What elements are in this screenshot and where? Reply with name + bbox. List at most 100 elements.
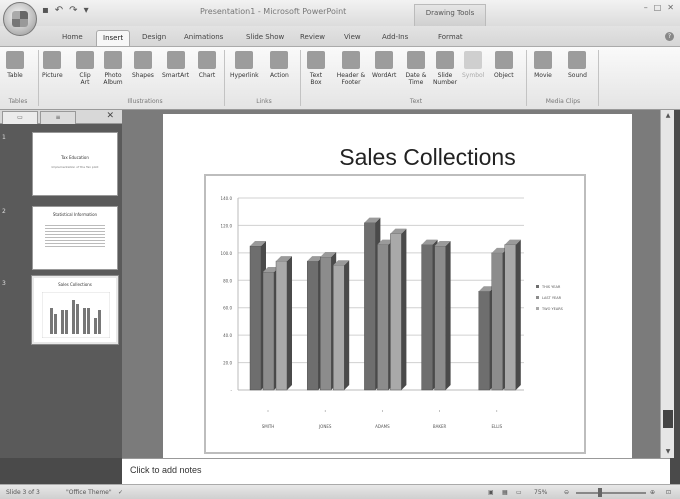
fit-to-window-icon[interactable]: ⊡ (666, 489, 671, 496)
chart-button[interactable]: Chart (198, 51, 216, 79)
group-divider (598, 50, 599, 106)
notes-pane[interactable]: Click to add notes (122, 458, 670, 484)
qat-customize-icon[interactable]: ▾ (84, 5, 89, 17)
header-footer-button[interactable]: Header & Footer (334, 51, 368, 86)
zoom-level[interactable]: 75% (534, 489, 547, 496)
picture-button[interactable]: Picture (42, 51, 63, 79)
movie-button[interactable]: Movie (534, 51, 552, 79)
close-icon[interactable]: ✕ (667, 3, 674, 12)
redo-icon[interactable]: ↷ (69, 5, 77, 17)
bar (421, 244, 433, 391)
zoom-out-icon[interactable]: ⊖ (564, 489, 569, 496)
quick-access-toolbar: ▪ ↶ ↷ ▾ (42, 5, 89, 17)
y-tick-label: 20.0 (223, 361, 232, 366)
tab-format[interactable]: Format (432, 30, 469, 46)
shapes-button[interactable]: Shapes (132, 51, 154, 79)
office-button[interactable] (3, 2, 37, 36)
wordart-button[interactable]: WordArt (372, 51, 396, 79)
legend-label: LAST YEAR (542, 296, 562, 300)
chart-label: Chart (198, 72, 216, 79)
slide-thumbnail-2[interactable]: Statistical Information (32, 206, 118, 270)
y-tick-label: 40.0 (223, 333, 232, 338)
group-links-label: Links (256, 98, 272, 105)
scroll-down-icon[interactable]: ▼ (661, 446, 675, 458)
object-button[interactable]: Object (494, 51, 514, 79)
outline-tab[interactable]: ≡ (40, 111, 76, 124)
chart-canvas: 140.0 120.0 100.0 80.0 60.0 40.0 20.0 - SMITH JON… (221, 196, 564, 429)
group-divider (38, 50, 39, 106)
maximize-icon[interactable]: □ (654, 3, 662, 12)
minimize-icon[interactable]: – (644, 3, 648, 12)
bar (504, 244, 516, 391)
tab-design[interactable]: Design (136, 30, 172, 46)
y-tick-label: 80.0 (223, 278, 232, 283)
table-icon (6, 51, 24, 69)
group-text-label: Text (409, 98, 423, 105)
thumb-subtitle: Implementation of the Tax pilot (51, 165, 99, 169)
current-slide[interactable]: Sales Collections 140.0 120.0 100.0 80.0 60.… (163, 114, 632, 458)
bar-side (445, 241, 451, 390)
symbol-button[interactable]: Symbol (462, 51, 484, 79)
tab-view[interactable]: View (338, 30, 367, 46)
header-footer-label: Header & Footer (336, 72, 366, 86)
slide-thumbnail-3[interactable]: Sales Collections (31, 275, 119, 345)
group-divider (300, 50, 301, 106)
action-button[interactable]: Action (270, 51, 289, 79)
chart-object[interactable]: 140.0 120.0 100.0 80.0 60.0 40.0 20.0 - SMITH JON… (204, 174, 586, 454)
table-button[interactable]: Table (6, 51, 24, 79)
slides-tab[interactable]: ▭ (2, 111, 38, 124)
movie-icon (534, 51, 552, 69)
shapes-icon (133, 51, 152, 69)
ribbon: Table Tables Picture Clip Art Photo Albu… (0, 46, 680, 110)
slide-number-button[interactable]: Slide Number (432, 51, 458, 86)
bar (364, 222, 376, 391)
bar-side (344, 260, 350, 390)
spell-check-icon[interactable]: ✓ (118, 489, 123, 496)
hyperlink-button[interactable]: Hyperlink (230, 51, 259, 79)
zoom-slider-thumb[interactable] (598, 488, 602, 497)
slide-sorter-icon[interactable]: ▦ (502, 489, 508, 496)
bar (491, 252, 503, 391)
bar-side (287, 256, 292, 390)
clip-art-icon (76, 51, 94, 69)
thumb-title: Tax Education (61, 155, 89, 160)
help-icon[interactable]: ? (665, 32, 674, 41)
smartart-button[interactable]: SmartArt (162, 51, 189, 79)
sound-button[interactable]: Sound (568, 51, 587, 79)
picture-icon (43, 51, 62, 69)
normal-view-icon[interactable]: ▣ (488, 489, 494, 496)
scroll-up-icon[interactable]: ▲ (661, 110, 675, 122)
tab-add-ins[interactable]: Add-Ins (376, 30, 414, 46)
bar (249, 245, 262, 391)
tab-home[interactable]: Home (56, 30, 89, 46)
legend-swatch (536, 285, 539, 288)
tab-animations[interactable]: Animations (178, 30, 229, 46)
photo-album-button[interactable]: Photo Album (100, 51, 126, 86)
date-time-button[interactable]: Date & Time (404, 51, 428, 86)
x-tick-label: BAKER (433, 424, 447, 429)
slide-show-icon[interactable]: ▭ (516, 489, 522, 496)
slide-title[interactable]: Sales Collections (163, 144, 632, 171)
clip-art-button[interactable]: Clip Art (74, 51, 96, 86)
tab-slide-show[interactable]: Slide Show (240, 30, 290, 46)
undo-icon[interactable]: ↶ (55, 5, 63, 17)
office-logo-icon (12, 11, 28, 27)
close-panel-icon[interactable]: ✕ (106, 111, 114, 121)
x-tick-label: ADAMS (375, 424, 390, 429)
vertical-scrollbar[interactable]: ▲ ▼ (660, 110, 674, 458)
group-tables-label: Tables (8, 98, 28, 105)
zoom-slider[interactable] (576, 492, 646, 494)
slide-thumbnail-1[interactable]: Tax Education Implementation of the Tax … (32, 132, 118, 196)
slides-panel: ▭ ≡ ✕ 1 Tax Education Implementation of … (0, 110, 122, 458)
scrollbar-thumb[interactable] (663, 410, 673, 428)
drawing-tools-header: Drawing Tools (414, 4, 486, 26)
zoom-in-icon[interactable]: ⊕ (650, 489, 655, 496)
hyperlink-label: Hyperlink (230, 72, 259, 79)
legend-label: TWO YEARS (541, 307, 564, 311)
header-footer-icon (342, 51, 360, 69)
date-time-icon (407, 51, 425, 69)
save-icon[interactable]: ▪ (42, 5, 49, 17)
text-box-button[interactable]: Text Box (306, 51, 326, 86)
tab-review[interactable]: Review (294, 30, 331, 46)
tab-insert[interactable]: Insert (96, 30, 131, 46)
